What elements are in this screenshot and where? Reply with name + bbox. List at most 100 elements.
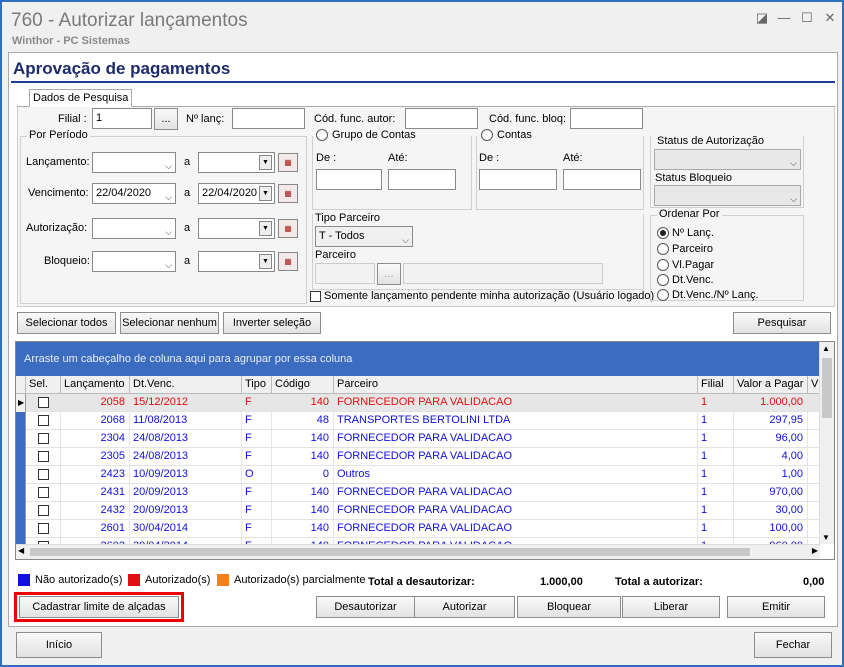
grid-vertical-scrollbar[interactable]: ▲ ▼	[819, 342, 834, 544]
inicio-button[interactable]: Início	[16, 632, 102, 658]
row-select-checkbox[interactable]	[38, 523, 49, 534]
restore-icon[interactable]: ◪	[752, 8, 772, 28]
grupo-ate-input[interactable]	[388, 169, 456, 190]
table-row[interactable]: 2432 20/09/2013 F 140 FORNECEDOR PARA VALIDA…	[16, 502, 820, 520]
row-select-checkbox[interactable]	[38, 397, 49, 408]
autorizacao-from-input[interactable]: ⌵	[92, 218, 176, 239]
grupo-de-input[interactable]	[316, 169, 382, 190]
ordenar-nlanc-radio[interactable]	[657, 227, 669, 239]
bloqueio-from-input[interactable]: ⌵	[92, 251, 176, 272]
status-bloqueio-select[interactable]: ⌵	[654, 185, 801, 206]
dropdown-icon[interactable]: ▼	[259, 221, 272, 236]
grupo-contas-radio[interactable]	[316, 129, 328, 141]
lancamento-from-input[interactable]: ⌵	[92, 152, 176, 173]
scroll-thumb[interactable]	[30, 548, 750, 556]
liberar-button[interactable]: Liberar	[622, 596, 720, 618]
lancamento-to-input[interactable]: ▼	[198, 152, 275, 173]
parceiro-lookup-button[interactable]: ...	[377, 263, 401, 285]
filial-lookup-button[interactable]: ...	[154, 108, 178, 130]
ordenar-parceiro-radio[interactable]	[657, 243, 669, 255]
ordenar-vlpagar-radio[interactable]	[657, 259, 669, 271]
row-select-checkbox[interactable]	[38, 415, 49, 426]
nlanc-input[interactable]	[232, 108, 305, 129]
row-select-checkbox[interactable]	[38, 469, 49, 480]
emitir-button[interactable]: Emitir	[727, 596, 825, 618]
row-select-checkbox[interactable]	[38, 433, 49, 444]
close-icon[interactable]: ✕	[820, 8, 840, 28]
cell-venc: 11/08/2013	[130, 412, 242, 430]
scroll-left-icon[interactable]: ◀	[18, 546, 24, 555]
calendar-icon[interactable]: ▦	[278, 252, 298, 271]
col-valor-pagar[interactable]: Valor a Pagar	[734, 376, 808, 394]
filial-input[interactable]: 1	[92, 108, 152, 129]
autorizar-button[interactable]: Autorizar	[414, 596, 515, 618]
chevron-down-icon[interactable]: ⌵	[402, 231, 409, 250]
scroll-thumb[interactable]	[822, 358, 832, 418]
bloquear-button[interactable]: Bloquear	[517, 596, 621, 618]
col-filial[interactable]: Filial	[698, 376, 734, 394]
table-row[interactable]: 2304 24/08/2013 F 140 FORNECEDOR PARA VALIDA…	[16, 430, 820, 448]
chevron-down-icon[interactable]: ⌵	[790, 154, 797, 173]
dropdown-icon[interactable]: ▼	[259, 254, 272, 269]
table-row[interactable]: 2423 10/09/2013 O 0 Outros 1 1,00	[16, 466, 820, 484]
chevron-down-icon[interactable]: ⌵	[790, 190, 797, 209]
tab-dados-pesquisa[interactable]: Dados de Pesquisa	[29, 89, 133, 107]
tipo-parceiro-select[interactable]: T - Todos ⌵	[315, 226, 413, 247]
col-codigo[interactable]: Código	[272, 376, 334, 394]
group-by-area[interactable]: Arraste um cabeçalho de coluna aqui para…	[16, 342, 820, 376]
cod-func-autor-input[interactable]	[405, 108, 478, 129]
selecionar-nenhum-button[interactable]: Selecionar nenhum	[120, 312, 219, 334]
fechar-button[interactable]: Fechar	[754, 632, 832, 658]
por-periodo-title: Por Período	[27, 129, 90, 141]
vencimento-to-input[interactable]: 22/04/2020 ▼	[198, 183, 275, 204]
maximize-icon[interactable]: ☐	[797, 8, 817, 28]
vencimento-from-input[interactable]: 22/04/2020 ⌵	[92, 183, 176, 204]
minimize-icon[interactable]: —	[774, 8, 794, 28]
chevron-down-icon[interactable]: ⌵	[165, 188, 172, 207]
calendar-icon[interactable]: ▦	[278, 219, 298, 238]
contas-de-input[interactable]	[479, 169, 557, 190]
parceiro-code-input[interactable]	[315, 263, 375, 284]
inverter-selecao-button[interactable]: Inverter seleção	[223, 312, 321, 334]
col-lancamento[interactable]: Lançamento	[61, 376, 130, 394]
chevron-down-icon[interactable]: ⌵	[165, 157, 172, 176]
row-select-checkbox[interactable]	[38, 487, 49, 498]
table-row[interactable]: 2601 30/04/2014 F 140 FORNECEDOR PARA VALIDA…	[16, 520, 820, 538]
calendar-icon[interactable]: ▦	[278, 153, 298, 172]
cell-venc: 30/04/2014	[130, 520, 242, 538]
dropdown-icon[interactable]: ▼	[259, 155, 272, 170]
table-row[interactable]: 2431 20/09/2013 F 140 FORNECEDOR PARA VALIDA…	[16, 484, 820, 502]
row-select-checkbox[interactable]	[38, 505, 49, 516]
ordenar-dtvenc-radio[interactable]	[657, 274, 669, 286]
grupo-de-label: De :	[316, 152, 337, 164]
calendar-icon[interactable]: ▦	[278, 184, 298, 203]
col-tipo[interactable]: Tipo	[242, 376, 272, 394]
bloqueio-to-input[interactable]: ▼	[198, 251, 275, 272]
selecionar-todos-button[interactable]: Selecionar todos	[17, 312, 116, 334]
vencimento-from-value: 22/04/2020	[96, 187, 152, 199]
scroll-right-icon[interactable]: ▶	[812, 546, 818, 555]
status-autorizacao-select[interactable]: ⌵	[654, 149, 801, 170]
chevron-down-icon[interactable]: ⌵	[165, 223, 172, 242]
scroll-up-icon[interactable]: ▲	[822, 344, 830, 353]
col-dt-venc[interactable]: Dt.Venc.	[130, 376, 242, 394]
parceiro-name-input[interactable]	[403, 263, 603, 284]
somente-pendente-checkbox[interactable]	[310, 291, 321, 302]
table-row[interactable]: 2068 11/08/2013 F 48 TRANSPORTES BERTOLINI L…	[16, 412, 820, 430]
grid-horizontal-scrollbar[interactable]: ◀ ▶	[16, 544, 820, 559]
scroll-down-icon[interactable]: ▼	[822, 533, 830, 542]
row-select-checkbox[interactable]	[38, 451, 49, 462]
ordenar-dtvenc-nlanc-radio[interactable]	[657, 289, 669, 301]
autorizacao-to-input[interactable]: ▼	[198, 218, 275, 239]
col-parceiro[interactable]: Parceiro	[334, 376, 698, 394]
table-row[interactable]: 2305 24/08/2013 F 140 FORNECEDOR PARA VALIDA…	[16, 448, 820, 466]
desautorizar-button[interactable]: Desautorizar	[316, 596, 415, 618]
pesquisar-button[interactable]: Pesquisar	[733, 312, 831, 334]
table-row[interactable]: ▶ 2058 15/12/2012 F 140 FORNECEDOR PARA VALID…	[16, 394, 820, 412]
col-sel[interactable]: Sel.	[26, 376, 61, 394]
contas-ate-input[interactable]	[563, 169, 641, 190]
contas-radio[interactable]	[481, 129, 493, 141]
dropdown-icon[interactable]: ▼	[259, 186, 272, 201]
chevron-down-icon[interactable]: ⌵	[165, 256, 172, 275]
cod-func-bloq-input[interactable]	[570, 108, 643, 129]
